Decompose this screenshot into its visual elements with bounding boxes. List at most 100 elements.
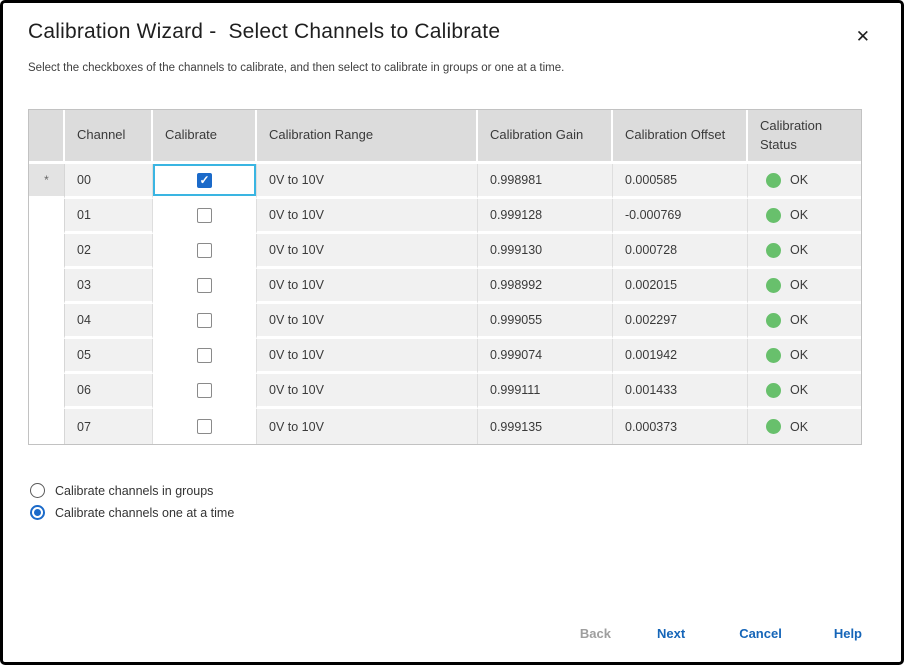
offset-cell: 0.001942 <box>613 339 748 374</box>
range-cell: 0V to 10V <box>257 339 478 374</box>
close-icon[interactable]: ✕ <box>850 24 876 49</box>
channel-cell: 03 <box>65 269 153 304</box>
column-header-channel: Channel <box>65 110 153 164</box>
option-calibrate-one-at-a-time[interactable]: Calibrate channels one at a time <box>30 505 876 520</box>
row-marker <box>29 199 65 234</box>
calibrate-checkbox[interactable] <box>197 348 212 363</box>
status-cell: OK <box>748 304 861 339</box>
table-row: 03 0V to 10V 0.998992 0.002015 OK <box>29 269 861 304</box>
column-header-range: Calibration Range <box>257 110 478 164</box>
channel-cell: 04 <box>65 304 153 339</box>
status-ok-icon <box>766 173 781 188</box>
table-row: 05 0V to 10V 0.999074 0.001942 OK <box>29 339 861 374</box>
range-cell: 0V to 10V <box>257 199 478 234</box>
table-row: 01 0V to 10V 0.999128 -0.000769 OK <box>29 199 861 234</box>
offset-cell: -0.000769 <box>613 199 748 234</box>
calibration-mode-options: Calibrate channels in groups Calibrate c… <box>28 483 876 520</box>
calibrate-checkbox[interactable] <box>197 278 212 293</box>
table-row: 06 0V to 10V 0.999111 0.001433 OK <box>29 374 861 409</box>
calibration-wizard-dialog: Calibration Wizard - Select Channels to … <box>0 0 904 665</box>
status-label: OK <box>790 383 808 397</box>
offset-cell: 0.000728 <box>613 234 748 269</box>
calibrate-cell[interactable] <box>153 199 257 234</box>
status-ok-icon <box>766 313 781 328</box>
column-header-calibrate: Calibrate <box>153 110 257 164</box>
calibrate-cell[interactable] <box>153 409 257 444</box>
row-marker <box>29 409 65 444</box>
next-button[interactable]: Next <box>631 615 711 652</box>
status-ok-icon <box>766 243 781 258</box>
offset-cell: 0.002297 <box>613 304 748 339</box>
status-label: OK <box>790 313 808 327</box>
status-cell: OK <box>748 409 861 444</box>
status-label: OK <box>790 278 808 292</box>
option-calibrate-in-groups[interactable]: Calibrate channels in groups <box>30 483 876 498</box>
calibrate-cell[interactable] <box>153 374 257 409</box>
row-marker <box>29 234 65 269</box>
gain-cell: 0.999074 <box>478 339 613 374</box>
range-cell: 0V to 10V <box>257 374 478 409</box>
status-cell: OK <box>748 269 861 304</box>
calibrate-cell[interactable] <box>153 234 257 269</box>
status-ok-icon <box>766 383 781 398</box>
range-cell: 0V to 10V <box>257 304 478 339</box>
dialog-title: Calibration Wizard - Select Channels to … <box>28 20 500 44</box>
gain-cell: 0.999130 <box>478 234 613 269</box>
radio-icon[interactable] <box>30 505 45 520</box>
status-label: OK <box>790 208 808 222</box>
gain-cell: 0.999128 <box>478 199 613 234</box>
status-cell: OK <box>748 374 861 409</box>
table-row: 02 0V to 10V 0.999130 0.000728 OK <box>29 234 861 269</box>
range-cell: 0V to 10V <box>257 234 478 269</box>
status-label: OK <box>790 420 808 434</box>
column-header-offset: Calibration Offset <box>613 110 748 164</box>
gain-cell: 0.999135 <box>478 409 613 444</box>
offset-cell: 0.002015 <box>613 269 748 304</box>
back-button[interactable]: Back <box>566 615 625 652</box>
calibrate-checkbox[interactable] <box>197 243 212 258</box>
table-row: * 00 0V to 10V 0.998981 0.000585 OK <box>29 164 861 199</box>
table-body: * 00 0V to 10V 0.998981 0.000585 OK 01 0… <box>29 164 861 444</box>
row-marker <box>29 339 65 374</box>
calibrate-cell[interactable] <box>153 339 257 374</box>
channel-cell: 00 <box>65 164 153 199</box>
channel-cell: 05 <box>65 339 153 374</box>
calibrate-checkbox[interactable] <box>197 383 212 398</box>
row-marker <box>29 269 65 304</box>
gain-cell: 0.998981 <box>478 164 613 199</box>
calibrate-checkbox[interactable] <box>197 313 212 328</box>
channel-cell: 02 <box>65 234 153 269</box>
dialog-footer: Back Next Cancel Help <box>566 615 876 652</box>
option-label: Calibrate channels in groups <box>55 484 213 498</box>
status-cell: OK <box>748 164 861 199</box>
status-cell: OK <box>748 234 861 269</box>
calibrate-cell[interactable] <box>153 304 257 339</box>
status-label: OK <box>790 348 808 362</box>
calibrate-cell[interactable] <box>153 269 257 304</box>
channels-table: Channel Calibrate Calibration Range Cali… <box>28 109 862 445</box>
status-ok-icon <box>766 208 781 223</box>
radio-icon[interactable] <box>30 483 45 498</box>
calibrate-checkbox[interactable] <box>197 419 212 434</box>
offset-cell: 0.001433 <box>613 374 748 409</box>
help-button[interactable]: Help <box>820 615 876 652</box>
row-marker <box>29 374 65 409</box>
row-marker: * <box>29 164 65 199</box>
status-ok-icon <box>766 348 781 363</box>
channel-cell: 06 <box>65 374 153 409</box>
calibrate-checkbox[interactable] <box>197 208 212 223</box>
range-cell: 0V to 10V <box>257 164 478 199</box>
row-marker <box>29 304 65 339</box>
table-row: 07 0V to 10V 0.999135 0.000373 OK <box>29 409 861 444</box>
range-cell: 0V to 10V <box>257 409 478 444</box>
gain-cell: 0.999111 <box>478 374 613 409</box>
offset-cell: 0.000373 <box>613 409 748 444</box>
calibrate-cell[interactable] <box>153 164 257 199</box>
cancel-button[interactable]: Cancel <box>725 615 796 652</box>
table-row: 04 0V to 10V 0.999055 0.002297 OK <box>29 304 861 339</box>
gain-cell: 0.999055 <box>478 304 613 339</box>
dialog-subtitle: Select the checkboxes of the channels to… <box>28 62 876 74</box>
range-cell: 0V to 10V <box>257 269 478 304</box>
status-label: OK <box>790 173 808 187</box>
calibrate-checkbox[interactable] <box>197 173 212 188</box>
